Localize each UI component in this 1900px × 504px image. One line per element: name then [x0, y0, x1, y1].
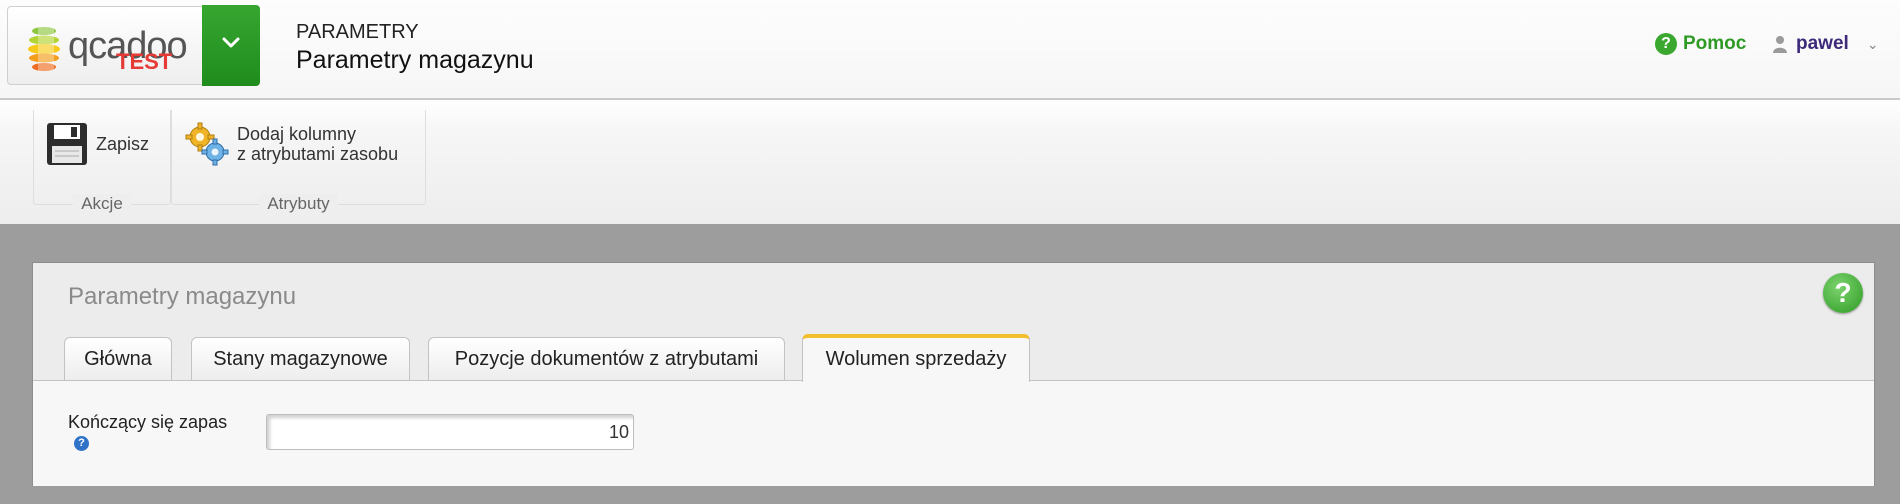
user-menu[interactable]: pawel ⌄ — [1772, 33, 1879, 55]
form-panel: Parametry magazynu ? Główna Stany magazy… — [32, 262, 1875, 486]
help-icon: ? — [1655, 33, 1677, 55]
ribbon-group-label: Atrybuty — [172, 194, 425, 214]
field-help-icon[interactable]: ? — [74, 436, 89, 451]
help-icon[interactable]: ? — [1823, 273, 1863, 313]
add-attribute-columns-button[interactable]: Dodaj kolumny z atrybutami zasobu — [185, 122, 398, 166]
ribbon-group-atrybuty: Dodaj kolumny z atrybutami zasobu Atrybu… — [171, 110, 426, 213]
low-stock-input[interactable] — [266, 414, 634, 450]
help-label: Pomoc — [1683, 33, 1747, 54]
app-logo[interactable]: qcadoo TEST — [7, 6, 203, 85]
user-icon — [1773, 36, 1787, 53]
low-stock-label: Kończący się zapas — [68, 412, 228, 432]
panel-title: Parametry magazynu — [68, 283, 297, 310]
logo-test-badge: TEST — [116, 49, 173, 74]
qcadoo-logo-icon — [28, 27, 60, 71]
top-header: qcadoo TEST PARAMETRY Parametry magazynu… — [0, 0, 1900, 100]
page-title: Parametry magazynu — [296, 46, 534, 74]
save-button-label: Zapisz — [96, 134, 150, 154]
action-ribbon: Zapisz Akcje Dodaj kolumny z atrybutami … — [0, 100, 1900, 224]
tab-glowna[interactable]: Główna — [64, 337, 172, 380]
chevron-down-icon — [222, 37, 240, 48]
floppy-disk-icon — [47, 123, 87, 165]
user-name: pawel — [1796, 33, 1849, 54]
tab-stany-magazynowe[interactable]: Stany magazynowe — [191, 337, 410, 380]
tab-content: Kończący się zapas ? — [33, 380, 1874, 486]
gears-icon — [185, 122, 229, 166]
ribbon-group-akcje: Zapisz Akcje — [33, 110, 171, 213]
breadcrumb-section: PARAMETRY — [296, 21, 419, 43]
save-button[interactable]: Zapisz — [46, 122, 149, 166]
chevron-down-icon: ⌄ — [1866, 35, 1879, 52]
help-link[interactable]: ? Pomoc — [1655, 33, 1746, 55]
add-attribute-columns-label: Dodaj kolumny z atrybutami zasobu — [237, 124, 399, 164]
main-menu-toggle-button[interactable] — [202, 5, 260, 86]
tab-wolumen-sprzedazy[interactable]: Wolumen sprzedaży — [802, 334, 1030, 382]
tab-pozycje-dokumentow[interactable]: Pozycje dokumentów z atrybutami — [428, 337, 785, 380]
ribbon-group-label: Akcje — [34, 194, 170, 214]
